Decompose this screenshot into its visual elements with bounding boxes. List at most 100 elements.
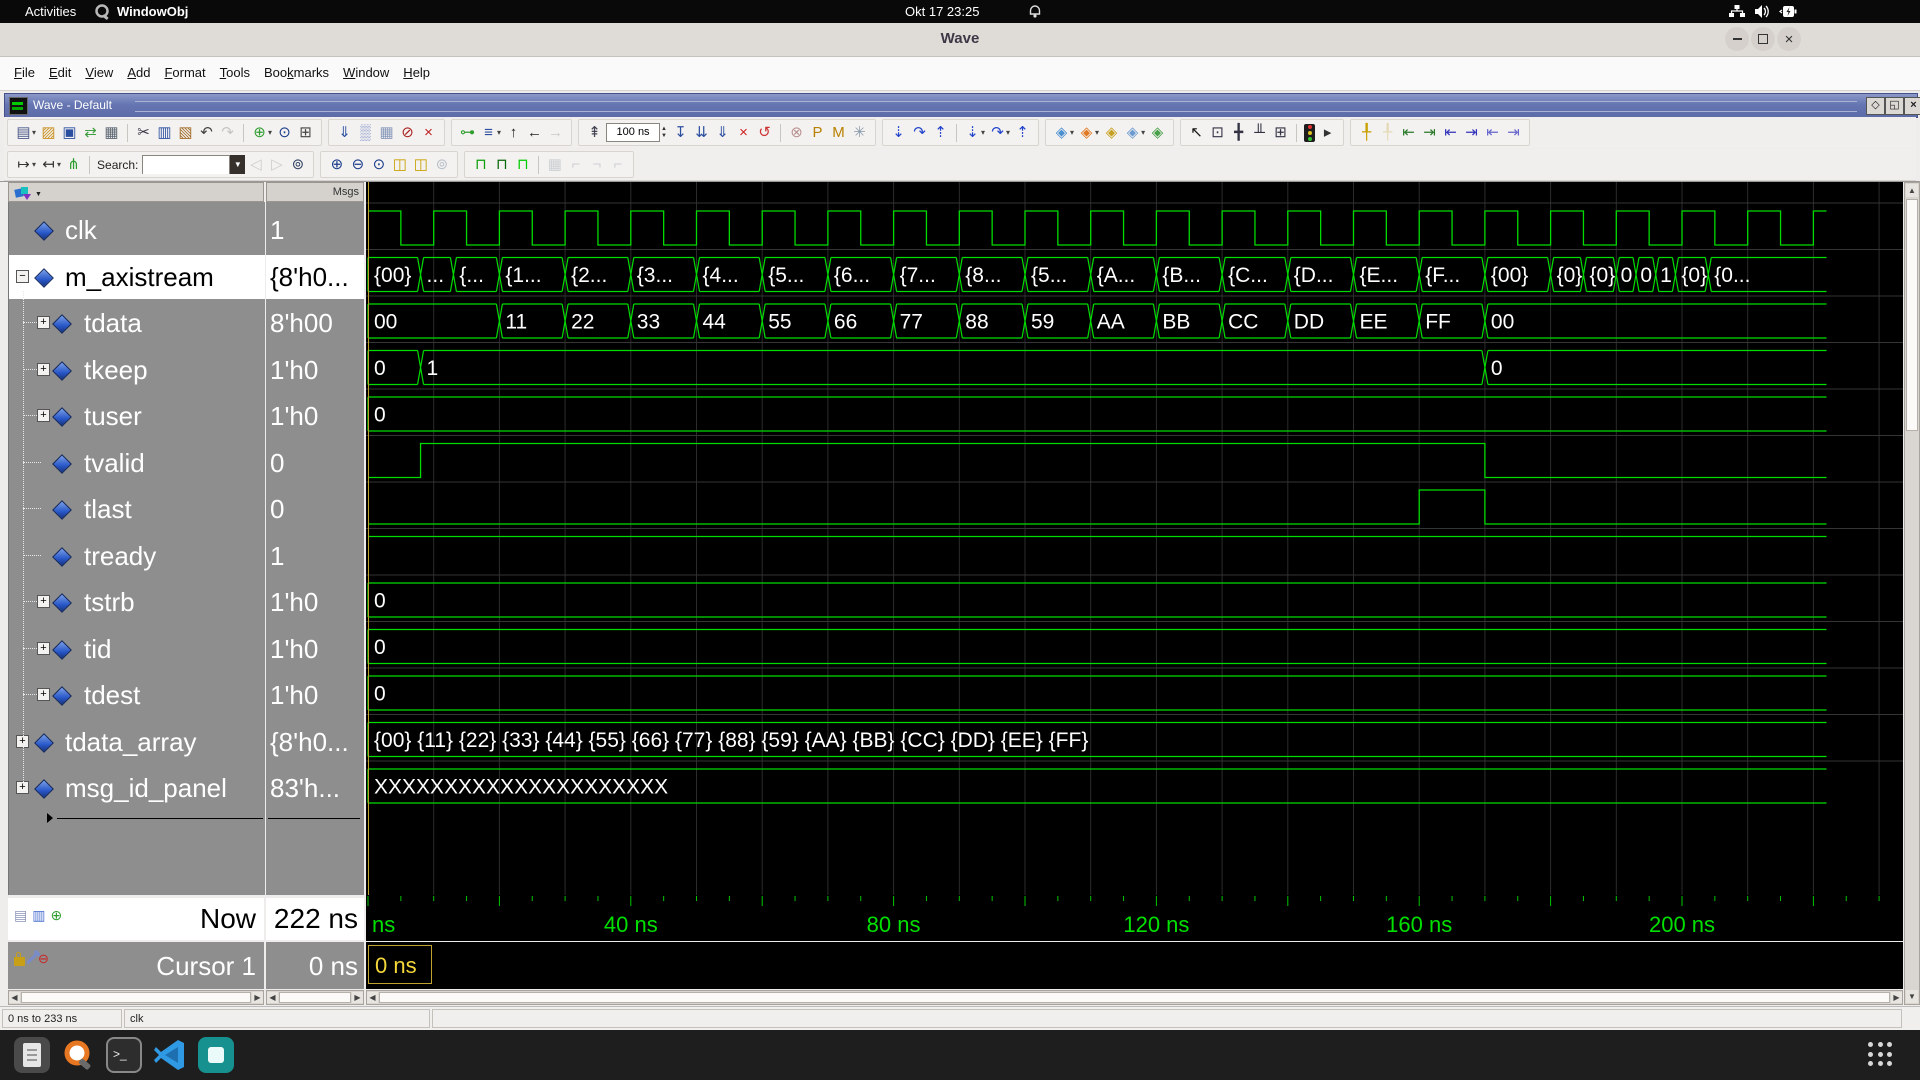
pan-hand-icon[interactable]: ✳ [850,122,869,144]
signal-row-tdata[interactable]: + tdata [9,301,265,345]
wave-step-next-icon[interactable]: ⇡ [1013,122,1032,144]
edit-mode-icon[interactable]: ⊞ [1271,122,1290,144]
previous-rising-edge-icon[interactable]: ⇤ [1483,122,1502,144]
signal-row-tid[interactable]: + tid [9,627,265,671]
run-length-input[interactable]: 100 ns [606,123,661,142]
select-mode-icon[interactable]: ↖ [1187,122,1206,144]
timeline-ruler[interactable]: ns 40 ns 80 ns 120 ns 160 ns 200 ns [366,895,1903,941]
delete-icon[interactable]: × [419,122,438,144]
values-horizontal-scrollbar[interactable]: ◀ ▶ [266,990,364,1005]
zoom-out-icon[interactable]: ⊖ [348,154,367,176]
add-marker-icon[interactable]: ⊕ [50,908,62,922]
terminal-app-icon[interactable]: >_ [106,1037,142,1073]
export-wave-icon[interactable]: ◈ [1148,122,1167,144]
signal-row-tvalid[interactable]: tvalid [9,441,265,485]
expand-time-icon[interactable]: ▥ [32,908,45,922]
search-dropdown-icon[interactable]: ▼ [230,155,246,174]
hierarchy-branch-icon[interactable]: ⋔ [64,154,83,176]
memory-icon[interactable]: M [829,122,848,144]
break-icon[interactable]: × [734,122,753,144]
cursor-track[interactable]: 0 ns [366,942,1903,989]
names-column-header[interactable]: ▼ [8,182,264,202]
advanced-find-icon[interactable]: ⊚ [288,154,307,176]
pane-close-button[interactable]: × [1904,97,1920,115]
signal-value-row-tready[interactable]: 1 [266,534,364,578]
signal-value-row-tid[interactable]: 1'h0 [266,627,364,671]
pattern-b-icon[interactable]: ⌐ [566,154,585,176]
focused-app-name[interactable]: WindowObj [117,3,188,20]
menu-file[interactable]: File [14,65,35,80]
add-to-wave-dropdown-icon[interactable]: ▾ [1070,128,1074,137]
zoom-cursor-icon[interactable]: ◫ [390,154,409,176]
insert-breakpoint-icon[interactable]: ↦ [14,154,33,176]
restore-button[interactable] [1751,27,1775,51]
expand-hierarchy-icon[interactable]: ⊞ [296,122,315,144]
view-full-wave-icon[interactable]: ⊓ [471,154,490,176]
files-app-icon[interactable] [14,1037,50,1073]
save-wave-dropdown-icon[interactable]: ▾ [1141,128,1145,137]
pattern-c-icon[interactable]: ¬ [587,154,606,176]
signal-value-row-tkeep[interactable]: 1'h0 [266,348,364,392]
menu-tools[interactable]: Tools [220,65,250,80]
redo-icon[interactable]: ↷ [218,122,237,144]
add-to-wave-icon[interactable]: ◈ [1052,122,1071,144]
pattern-a-icon[interactable]: ▦ [545,154,564,176]
green-app-icon[interactable] [198,1037,234,1073]
questa-app-icon[interactable] [60,1037,96,1073]
signal-row-tdest[interactable]: + tdest [9,673,265,717]
signal-row-tlast[interactable]: tlast [9,487,265,531]
save-wave-icon[interactable]: ◈ [1123,122,1142,144]
remove-breakpoint-dropdown-icon[interactable]: ▾ [57,160,61,169]
save-format-icon[interactable]: ▣ [60,122,79,144]
names-horizontal-scrollbar[interactable]: ◀ ▶ [8,990,264,1005]
find-delete-icon[interactable]: ⊘ [398,122,417,144]
format-list-icon[interactable]: ≡ [479,122,498,144]
signal-value-row-clk[interactable]: 1 [266,208,364,252]
format-list-dropdown-icon[interactable]: ▾ [497,128,501,137]
cursor-name[interactable]: Cursor 1 [156,951,256,982]
next-falling-edge-icon[interactable]: ⇥ [1462,122,1481,144]
signal-row-tkeep[interactable]: + tkeep [9,348,265,392]
cursor-row[interactable]: ⊖ Cursor 1 [8,942,264,989]
volume-icon[interactable] [1754,4,1771,19]
clock[interactable]: Okt 17 23:25 [905,3,979,20]
pan-mode-icon[interactable]: ╋ [1229,122,1248,144]
menu-add[interactable]: Add [127,65,150,80]
values-column-header[interactable]: Msgs [266,182,364,202]
edit-wave-icon[interactable]: ◈ [1102,122,1121,144]
signal-value-row-tdata[interactable]: 8'h00 [266,301,364,345]
window-titlebar[interactable]: Wave × [0,23,1920,57]
wave-horizontal-scrollbar[interactable]: ◀ ▶ [366,990,1903,1005]
restart-icon[interactable]: ↺ [755,122,774,144]
menu-window[interactable]: Window [343,65,389,80]
open-file-icon[interactable]: ▨ [39,122,58,144]
link-icon[interactable]: ⊶ [458,122,477,144]
back-icon[interactable]: ← [525,122,544,144]
wave-step-prev-icon[interactable]: ⇣ [963,122,982,144]
copy-icon[interactable]: ▥ [155,122,174,144]
signal-value-row-tdata_array[interactable]: {8'h0... [266,720,364,764]
signal-value-row-tvalid[interactable]: 0 [266,441,364,485]
move-up-icon[interactable]: ↑ [504,122,523,144]
close-button[interactable]: × [1777,27,1801,51]
search-previous-icon[interactable]: ◁ [246,154,265,176]
signal-value-row-m_axistream[interactable]: {8'h0... [266,254,364,299]
pane-grip[interactable] [135,101,1857,112]
pane-float-button[interactable]: ◱ [1885,97,1904,115]
cursor-time-box[interactable]: 0 ns [368,945,432,984]
battery-icon[interactable] [1779,4,1799,19]
print-icon[interactable]: ▦ [102,122,121,144]
signal-names-panel[interactable]: clk − m_axistream + tdata + tkeep + tuser tvalid t… [8,202,265,895]
run-length-spinner[interactable]: ▲ ▼ [661,126,667,140]
find-icon[interactable]: ⊙ [275,122,294,144]
wave-previous-icon[interactable]: ⇣ [889,122,908,144]
new-file-dropdown-icon[interactable]: ▾ [32,128,36,137]
signal-values-panel[interactable]: 1 {8'h0... 8'h00 1'h0 1'h0 0 0 1 1'h0 1'h0 1'h0 {8'… [266,202,364,895]
compile-icon[interactable]: ⇓ [335,122,354,144]
cursor-tool-icon[interactable]: ▤ [14,908,27,922]
zoom-selection-icon[interactable]: ⊚ [432,154,451,176]
signal-value-row-tuser[interactable]: 1'h0 [266,394,364,438]
show-grid-icon[interactable]: ▦ [377,122,396,144]
menu-help[interactable]: Help [403,65,430,80]
add-cursor-icon[interactable]: ╀ [1357,122,1376,144]
